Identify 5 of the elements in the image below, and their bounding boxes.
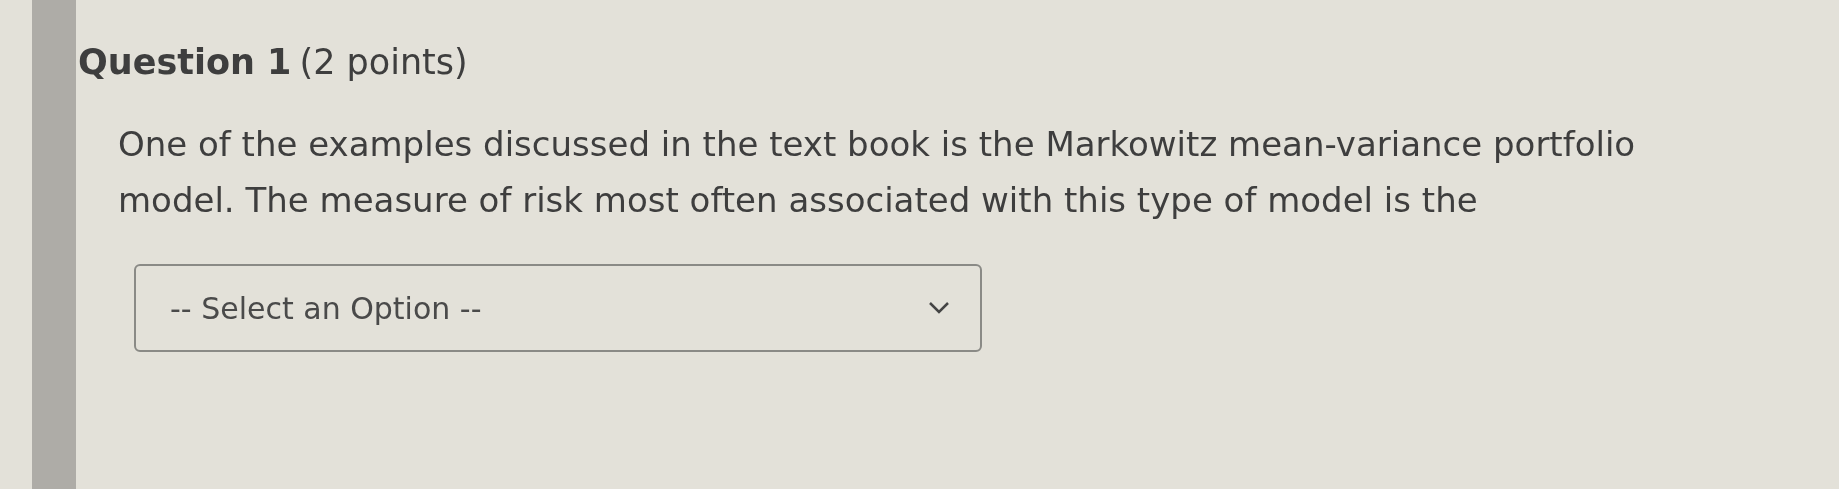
question-points: (2 points) xyxy=(299,42,468,82)
question-number: Question 1 xyxy=(78,42,292,82)
option-dropdown[interactable]: -- Select an Option -- xyxy=(134,264,982,352)
chevron-down-icon xyxy=(928,301,950,315)
question-text: One of the examples discussed in the text book is the Markowitz mean-variance portfolio model. The measure of risk most often associated with this type of model is the xyxy=(118,123,1637,222)
